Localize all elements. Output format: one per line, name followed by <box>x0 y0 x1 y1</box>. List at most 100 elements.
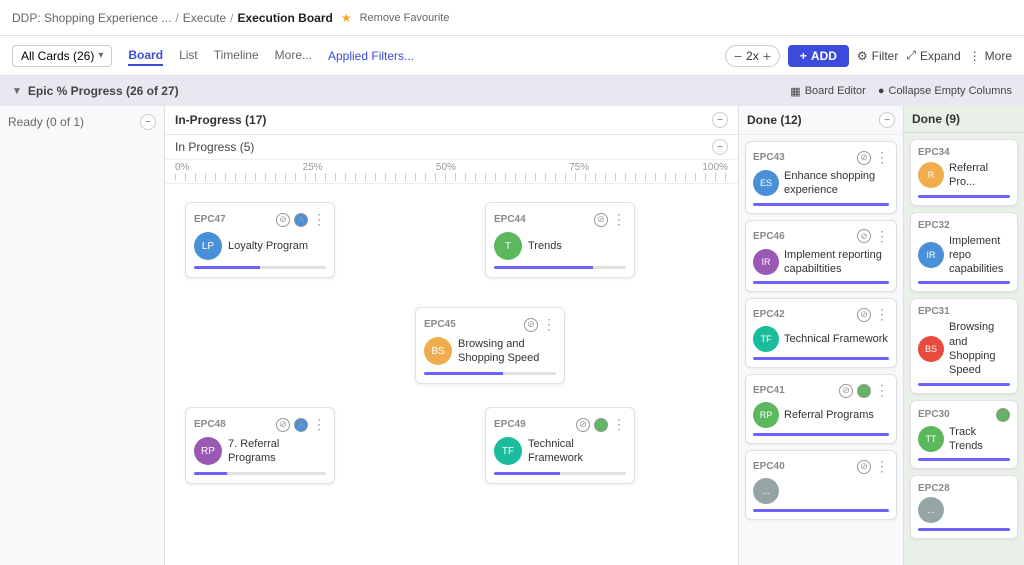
done-card-header: EPC42 ⊘ ⋮ <box>753 306 889 323</box>
ready-collapse-btn[interactable]: − <box>140 114 156 130</box>
done-right-card-epc34[interactable]: EPC34 R Referral Pro... <box>910 139 1018 206</box>
all-cards-dropdown[interactable]: All Cards (26) ▾ <box>12 45 112 67</box>
card-body: TF Technical Framework <box>494 437 626 466</box>
card-progress-bar <box>918 195 1010 198</box>
breadcrumb: DDP: Shopping Experience ... / Execute /… <box>12 11 449 25</box>
add-btn[interactable]: + ADD <box>788 45 849 67</box>
done-right-card-epc32[interactable]: EPC32 IR Implement repo capabilities <box>910 212 1018 293</box>
zoom-out-btn[interactable]: − <box>734 48 742 64</box>
card-actions: ⊘ A ⋮ <box>576 416 626 433</box>
card-id: EPC42 <box>753 309 785 320</box>
breadcrumb-execute[interactable]: Execute <box>183 11 226 25</box>
expand-btn[interactable]: ⤢ Expand <box>906 48 960 63</box>
card-header: EPC45 ⊘ ⋮ <box>424 316 556 333</box>
card-epc44[interactable]: EPC44 ⊘ ⋮ T Trends <box>485 202 635 278</box>
card-name: Loyalty Program <box>228 239 308 253</box>
done-right-card-epc30[interactable]: EPC30 A TT Track Trends <box>910 400 1018 470</box>
card-epc49[interactable]: EPC49 ⊘ A ⋮ TF Technical Framework <box>485 407 635 484</box>
card-actions: ⊘ A ⋮ <box>839 382 889 399</box>
more-dots-icon[interactable]: ⋮ <box>875 458 889 475</box>
card-epc47[interactable]: EPC47 ⊘ A ⋮ LP Loyalty Program <box>185 202 335 278</box>
block-icon[interactable]: ⊘ <box>276 213 290 227</box>
done-right-card-epc31[interactable]: EPC31 BS Browsing and Shopping Speed <box>910 298 1018 393</box>
done-card-body: RP Referral Programs <box>753 402 889 428</box>
card-epc45[interactable]: EPC45 ⊘ ⋮ BS Browsing and Shopping Speed <box>415 307 565 384</box>
block-icon[interactable]: ⊘ <box>276 418 290 432</box>
card-id: EPC45 <box>424 319 456 330</box>
done-card-epc43[interactable]: EPC43 ⊘ ⋮ ES Enhance shopping experience <box>745 141 897 214</box>
assign-icon[interactable]: A <box>294 213 308 227</box>
card-actions: ⊘ ⋮ <box>524 316 556 333</box>
collapse-empty-btn[interactable]: ● Collapse Empty Columns <box>878 85 1012 97</box>
zoom-in-btn[interactable]: + <box>763 48 771 64</box>
card-id: EPC41 <box>753 385 785 396</box>
ruler-bar <box>175 173 728 181</box>
block-icon[interactable]: ⊘ <box>594 213 608 227</box>
more-dots-icon[interactable]: ⋮ <box>612 416 626 433</box>
card-name: Referral Pro... <box>949 161 1010 190</box>
card-progress-bar <box>753 357 889 360</box>
toggle-arrow-icon[interactable]: ▼ <box>12 86 22 97</box>
more-dots-icon[interactable]: ⋮ <box>875 382 889 399</box>
card-progress-bar <box>918 383 1010 386</box>
board-editor-btn[interactable]: ▦ Board Editor <box>790 85 866 98</box>
done-card-epc40[interactable]: EPC40 ⊘ ⋮ ... <box>745 450 897 520</box>
done-card-body: IR Implement reporting capabiltities <box>753 248 889 277</box>
assign-icon[interactable]: A <box>594 418 608 432</box>
tab-more[interactable]: More... <box>275 46 312 66</box>
more-dots-icon[interactable]: ⋮ <box>875 306 889 323</box>
card-header: EPC48 ⊘ A ⋮ <box>194 416 326 433</box>
zoom-level: 2x <box>746 49 759 63</box>
card-name: Trends <box>528 239 562 253</box>
tab-timeline[interactable]: Timeline <box>214 46 259 66</box>
done-card-body: ... <box>753 478 889 504</box>
inprogress-column: In-Progress (17) − In Progress (5) − 0% … <box>165 106 739 565</box>
chevron-down-icon: ▾ <box>98 50 103 61</box>
block-icon[interactable]: ⊘ <box>524 318 538 332</box>
done-card-body: R Referral Pro... <box>918 161 1010 190</box>
remove-favourite-btn[interactable]: Remove Favourite <box>360 12 450 24</box>
card-avatar: BS <box>918 336 944 362</box>
assign-icon[interactable]: A <box>294 418 308 432</box>
more-dots-icon[interactable]: ⋮ <box>312 211 326 228</box>
filter-btn[interactable]: ⚙ Filter <box>857 49 898 63</box>
ready-title: Ready (0 of 1) <box>8 115 84 129</box>
done-card-epc46[interactable]: EPC46 ⊘ ⋮ IR Implement reporting capabil… <box>745 220 897 293</box>
more-dots-icon[interactable]: ⋮ <box>875 228 889 245</box>
card-progress-bar <box>424 372 556 375</box>
done-card-body: ... <box>918 497 1010 523</box>
card-avatar: RP <box>753 402 779 428</box>
card-id: EPC31 <box>918 306 950 317</box>
card-avatar: ... <box>918 497 944 523</box>
card-progress-bar <box>494 266 626 269</box>
done-right-card-epc28[interactable]: EPC28 ... <box>910 475 1018 539</box>
card-avatar: TT <box>918 426 944 452</box>
card-name: Referral Programs <box>784 408 874 422</box>
card-progress-bar <box>753 281 889 284</box>
tab-board[interactable]: Board <box>128 46 163 66</box>
done-card-epc42[interactable]: EPC42 ⊘ ⋮ TF Technical Framework <box>745 298 897 368</box>
card-epc48[interactable]: EPC48 ⊘ A ⋮ RP 7. Referral Programs <box>185 407 335 484</box>
ruler-labels: 0% 25% 50% 75% 100% <box>175 162 728 173</box>
more-dots-icon[interactable]: ⋮ <box>542 316 556 333</box>
sub-inprogress-collapse-btn[interactable]: − <box>712 139 728 155</box>
more-btn[interactable]: ⋮ More <box>969 49 1012 63</box>
done-middle-title: Done (12) <box>747 113 802 127</box>
more-dots-icon[interactable]: ⋮ <box>312 416 326 433</box>
card-avatar: IR <box>918 242 944 268</box>
block-icon[interactable]: ⊘ <box>576 418 590 432</box>
tab-list[interactable]: List <box>179 46 198 66</box>
sub-header: ▼ Epic % Progress (26 of 27) ▦ Board Edi… <box>0 76 1024 106</box>
more-dots-icon[interactable]: ⋮ <box>612 211 626 228</box>
card-name: Track Trends <box>949 425 1010 454</box>
assign-icon: A <box>996 408 1010 422</box>
inprogress-collapse-btn[interactable]: − <box>712 112 728 128</box>
card-actions: ⊘ ⋮ <box>857 149 889 166</box>
breadcrumb-path[interactable]: DDP: Shopping Experience ... <box>12 11 171 25</box>
done-card-epc41[interactable]: EPC41 ⊘ A ⋮ RP Referral Programs <box>745 374 897 444</box>
done-middle-collapse-btn[interactable]: − <box>879 112 895 128</box>
more-dots-icon[interactable]: ⋮ <box>875 149 889 166</box>
done-card-header: EPC28 <box>918 483 1010 494</box>
card-progress-bar <box>494 472 626 475</box>
applied-filters-btn[interactable]: Applied Filters... <box>328 49 414 63</box>
